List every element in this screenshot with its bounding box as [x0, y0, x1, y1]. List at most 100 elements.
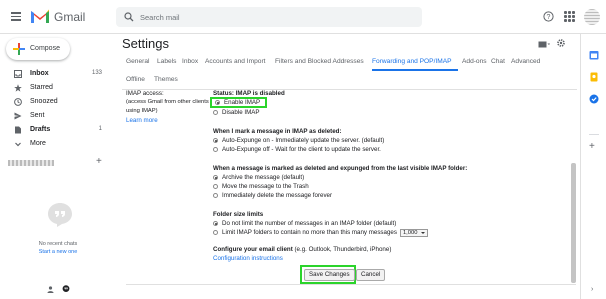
tab-chat[interactable]: Chat — [491, 58, 505, 65]
limit-folders-radio[interactable]: Limit IMAP folders to contain no more th… — [213, 228, 428, 237]
gear-icon[interactable] — [556, 38, 566, 48]
tab-advanced[interactable]: Advanced — [511, 58, 540, 65]
hangouts-icon[interactable] — [62, 285, 70, 293]
active-tab-indicator — [372, 69, 458, 71]
learn-more-link[interactable]: Learn more — [126, 117, 158, 124]
radio-button[interactable] — [213, 221, 218, 226]
tasks-icon[interactable] — [589, 94, 599, 104]
person-icon[interactable] — [47, 286, 54, 293]
radio-label: Do not limit the number of messages in a… — [222, 220, 397, 227]
imap-status: Status: IMAP is disabled — [213, 90, 285, 97]
calendar-icon[interactable] — [589, 50, 599, 60]
configure-hint: (e.g. Outlook, Thunderbird, iPhone) — [294, 246, 392, 253]
expunged-heading: When a message is marked as deleted and … — [213, 165, 468, 172]
nav-item-snoozed[interactable]: Snoozed — [0, 96, 110, 109]
svg-text:?: ? — [547, 14, 551, 21]
dropdown-caret-icon — [420, 231, 425, 234]
tab-offline[interactable]: Offline — [126, 76, 145, 83]
tab-general[interactable]: General — [126, 58, 149, 65]
hangouts-user-name[interactable] — [8, 160, 54, 166]
configuration-instructions-link[interactable]: Configuration instructions — [213, 255, 283, 262]
clock-icon — [14, 98, 22, 106]
add-chat-icon[interactable]: + — [96, 156, 102, 167]
settings-main: Settings General Labels Inbox Accounts a… — [116, 34, 580, 299]
save-changes-button[interactable]: Save Changes — [304, 269, 355, 281]
radio-button[interactable] — [215, 100, 220, 105]
help-icon[interactable]: ? — [543, 11, 554, 22]
no-limit-radio[interactable]: Do not limit the number of messages in a… — [213, 219, 396, 228]
side-panel: + › — [580, 34, 606, 299]
message-limit-select[interactable]: 1,000 — [399, 228, 428, 237]
radio-label: Disable IMAP — [222, 109, 260, 116]
page-title: Settings — [122, 36, 169, 51]
nav-count: 1 — [98, 126, 102, 132]
radio-button[interactable] — [213, 230, 218, 235]
search-bar[interactable] — [116, 7, 422, 27]
tab-inbox[interactable]: Inbox — [182, 58, 198, 65]
disable-imap-radio[interactable]: Disable IMAP — [213, 108, 259, 117]
compose-label: Compose — [30, 45, 60, 52]
get-add-ons-icon[interactable]: + — [589, 141, 595, 152]
side-panel-divider — [589, 134, 599, 135]
apps-grid-icon[interactable] — [564, 11, 575, 22]
nav-item-starred[interactable]: Starred — [0, 82, 110, 95]
tab-themes[interactable]: Themes — [154, 76, 178, 83]
radio-label: Move the message to the Trash — [222, 183, 309, 190]
radio-label: Immediately delete the message forever — [222, 192, 333, 199]
cancel-button[interactable]: Cancel — [356, 269, 386, 281]
radio-button[interactable] — [213, 193, 218, 198]
star-icon — [14, 84, 22, 92]
radio-button[interactable] — [213, 184, 218, 189]
no-chats-text: No recent chats — [38, 241, 78, 247]
tab-add-ons[interactable]: Add-ons — [462, 58, 487, 65]
radio-button[interactable] — [213, 138, 218, 143]
nav-label: Drafts — [30, 126, 51, 133]
radio-button[interactable] — [213, 147, 218, 152]
nav-item-drafts[interactable]: Drafts 1 — [0, 124, 110, 137]
message-limit-value: 1,000 — [402, 229, 418, 236]
nav-item-inbox[interactable]: Inbox 133 — [0, 68, 110, 81]
radio-label: Auto-Expunge on - Immediately update the… — [222, 137, 385, 144]
tab-labels[interactable]: Labels — [157, 58, 176, 65]
main-menu-icon[interactable] — [11, 12, 21, 21]
plus-icon — [13, 43, 25, 55]
archive-message-radio[interactable]: Archive the message (default) — [213, 173, 304, 182]
chevron-right-icon[interactable]: › — [591, 286, 593, 293]
send-icon — [14, 112, 22, 120]
search-icon[interactable] — [124, 12, 134, 22]
enable-imap-radio[interactable]: Enable IMAP — [210, 97, 267, 108]
chevron-down-icon — [15, 142, 21, 147]
settings-tabs: General Labels Inbox Accounts and Import… — [122, 54, 577, 90]
content-divider — [126, 284, 576, 285]
radio-button[interactable] — [213, 175, 218, 180]
tab-accounts-import[interactable]: Accounts and Import — [205, 58, 265, 65]
auto-expunge-on-radio[interactable]: Auto-Expunge on - Immediately update the… — [213, 136, 384, 145]
nav-label: Inbox — [30, 70, 49, 77]
inbox-icon — [14, 70, 22, 78]
nav-label: Snoozed — [30, 98, 58, 105]
delete-forever-radio[interactable]: Immediately delete the message forever — [213, 191, 332, 200]
configure-row: Configure your email client (e.g. Outloo… — [213, 246, 391, 253]
radio-label: Archive the message (default) — [222, 174, 305, 181]
scrollbar-thumb[interactable] — [571, 163, 576, 283]
imap-access-label: IMAP access: — [126, 90, 164, 97]
radio-button[interactable] — [213, 110, 218, 115]
keep-icon[interactable] — [589, 72, 599, 82]
nav-label: Sent — [30, 112, 45, 119]
configure-heading: Configure your email client — [213, 246, 293, 253]
gmail-logo[interactable] — [30, 8, 50, 24]
nav-count: 133 — [91, 70, 102, 76]
move-to-trash-radio[interactable]: Move the message to the Trash — [213, 182, 309, 191]
account-avatar[interactable] — [584, 9, 600, 25]
nav-item-sent[interactable]: Sent — [0, 110, 110, 123]
radio-label: Enable IMAP — [224, 99, 261, 106]
nav-item-more[interactable]: More — [0, 138, 110, 151]
keyboard-icon[interactable] — [538, 41, 550, 48]
auto-expunge-off-radio[interactable]: Auto-Expunge off - Wait for the client t… — [213, 145, 381, 154]
tab-filters[interactable]: Filters and Blocked Addresses — [275, 58, 364, 65]
start-new-chat-link[interactable]: Start a new one — [0, 249, 116, 255]
radio-label: Limit IMAP folders to contain no more th… — [222, 229, 397, 236]
search-input[interactable] — [140, 10, 410, 24]
tab-forwarding-pop-imap[interactable]: Forwarding and POP/IMAP — [372, 58, 452, 65]
compose-button[interactable]: Compose — [6, 38, 70, 60]
